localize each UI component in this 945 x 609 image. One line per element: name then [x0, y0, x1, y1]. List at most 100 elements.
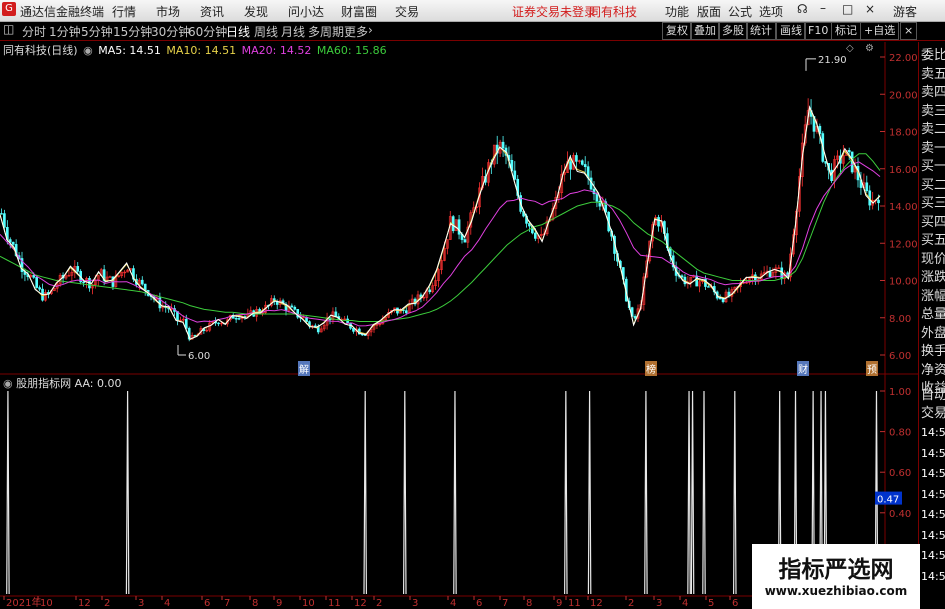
indicator-name: 股朋指标网 — [16, 377, 72, 390]
candle-body — [237, 318, 241, 320]
candle-body — [695, 275, 698, 287]
indicator-spike — [453, 390, 457, 595]
indicator-tick-label: 0.60 — [889, 468, 911, 479]
quote-row-label: 卖二 — [921, 122, 945, 137]
watermark-title: 指标严选网 — [778, 557, 894, 583]
indicator-tick-label: 1.00 — [889, 387, 911, 398]
candle-body — [290, 305, 294, 308]
price-tick-label: 10.00 — [889, 277, 918, 288]
quote-row-label: 卖四 — [921, 85, 945, 100]
event-marker-rank[interactable]: 榜 — [645, 361, 657, 376]
candle-body — [428, 289, 432, 293]
date-tick-label: 9 — [276, 598, 282, 609]
candle-body — [334, 311, 338, 317]
trade-time: 14:56 — [921, 508, 945, 521]
price-tick-label: 16.00 — [889, 165, 918, 176]
indicator-tick-label: 0.40 — [889, 509, 911, 520]
ma60-line — [0, 153, 881, 322]
indicator-spike — [587, 390, 592, 595]
candle-body — [580, 160, 584, 165]
candle-body — [38, 287, 41, 290]
price-tick-label: 18.00 — [889, 128, 918, 139]
indicator-spike — [6, 390, 10, 595]
date-tick-label: 9 — [556, 598, 562, 609]
candle-body — [140, 279, 144, 285]
quote-row-label: 涨幅 — [921, 288, 945, 304]
indicator-spike — [644, 390, 648, 595]
quote-row-label: 买五 — [921, 233, 945, 248]
ma5-line — [0, 105, 881, 340]
quote-row-label: 总量 — [921, 307, 945, 322]
trade-time: 14:56 — [921, 528, 945, 542]
indicator-spike — [564, 390, 568, 595]
date-tick-label: 2 — [628, 598, 634, 609]
candle-body — [217, 322, 220, 325]
diamond-icon: ◇ — [846, 43, 854, 54]
candle-body — [569, 161, 572, 170]
candle-body — [404, 310, 408, 314]
quote-panel: 委比 卖五 卖四 卖三 卖二 卖一 买一 买二 买三 买四 买五 现价 涨跌 涨幅 总量 外盘 换手 净资 收益 自动… — [918, 42, 945, 609]
candle-body — [234, 318, 238, 320]
candle-body — [184, 318, 188, 329]
quote-row-label: 买四 — [921, 214, 945, 230]
auto-trade-label[interactable]: 交易 — [921, 402, 945, 421]
event-marker-finance[interactable]: 财 — [797, 361, 809, 376]
quote-row-label: 外盘 — [921, 325, 945, 341]
candle-body — [293, 306, 297, 310]
date-tick-label: 4 — [164, 598, 170, 609]
candle-body — [0, 213, 3, 215]
indicator-header: ◉ 股朋指标网 AA: 0.00 — [3, 375, 121, 391]
indicator-spike — [363, 390, 367, 595]
watermark: 指标严选网 www.xuezhibiao.com — [752, 544, 920, 609]
indicator-axis: 1.000.800.600.400.200.47 — [875, 387, 911, 560]
quote-row-label: 净资 — [921, 362, 945, 378]
price-axis: 22.00 20.00 18.00 16.00 14.00 12.00 10.00 8.00 6… — [880, 53, 918, 362]
candle-body — [657, 217, 660, 227]
indicator-spike — [702, 390, 706, 595]
indicator-spike — [690, 390, 695, 595]
candle-body — [865, 182, 869, 192]
candle-body — [583, 164, 587, 167]
candlesticks — [0, 98, 880, 342]
indicator-spike — [687, 390, 691, 595]
candle-body — [718, 297, 722, 300]
candle-body — [457, 219, 461, 235]
price-tick-label: 6.00 — [889, 351, 911, 362]
candle-body — [534, 232, 537, 239]
date-tick-label: 11 — [328, 598, 341, 609]
date-tick-label: 7 — [224, 598, 230, 609]
cursor-value: 0.47 — [877, 495, 899, 506]
high-label: 21.90 — [818, 55, 847, 66]
date-tick-label: 6 — [476, 598, 482, 609]
indicator-spike — [125, 390, 130, 595]
price-tick-label: 22.00 — [889, 53, 918, 64]
date-tick-label: 6 — [732, 598, 738, 609]
indicator-spikes — [6, 390, 879, 595]
indicator-settings-icon[interactable]: ◉ — [3, 377, 13, 390]
candle-body — [847, 150, 851, 153]
moving-averages — [0, 105, 881, 341]
candle-body — [314, 325, 317, 327]
date-tick-label: 6 — [204, 598, 210, 609]
event-marker-unlock[interactable]: 解 — [298, 361, 310, 376]
price-tick-label: 14.00 — [889, 202, 918, 213]
date-tick-label: 2 — [104, 598, 110, 609]
date-tick-label: 5 — [708, 598, 714, 609]
trade-time: 14:56 — [921, 549, 945, 562]
watermark-url: www.xuezhibiao.com — [764, 584, 908, 598]
auto-trade-label[interactable]: 自动 — [921, 384, 945, 403]
date-tick-label: 4 — [682, 598, 688, 609]
trade-time: 14:56 — [921, 426, 945, 439]
event-marker-forecast[interactable]: 预 — [866, 361, 878, 376]
quote-row-label: 买一 — [921, 159, 945, 174]
quote-row-label: 卖五 — [921, 66, 945, 82]
candle-body — [3, 213, 6, 228]
date-tick-label: 3 — [412, 598, 418, 609]
chart-canvas: 22.00 20.00 18.00 16.00 14.00 12.00 10.00 8.00 6… — [0, 42, 918, 609]
date-tick-label: 2 — [376, 598, 382, 609]
candle-body — [721, 298, 725, 303]
candle-body — [595, 193, 599, 202]
candle-body — [35, 277, 38, 288]
ma10-line — [0, 105, 881, 341]
trade-time: 14:56 — [921, 467, 945, 480]
